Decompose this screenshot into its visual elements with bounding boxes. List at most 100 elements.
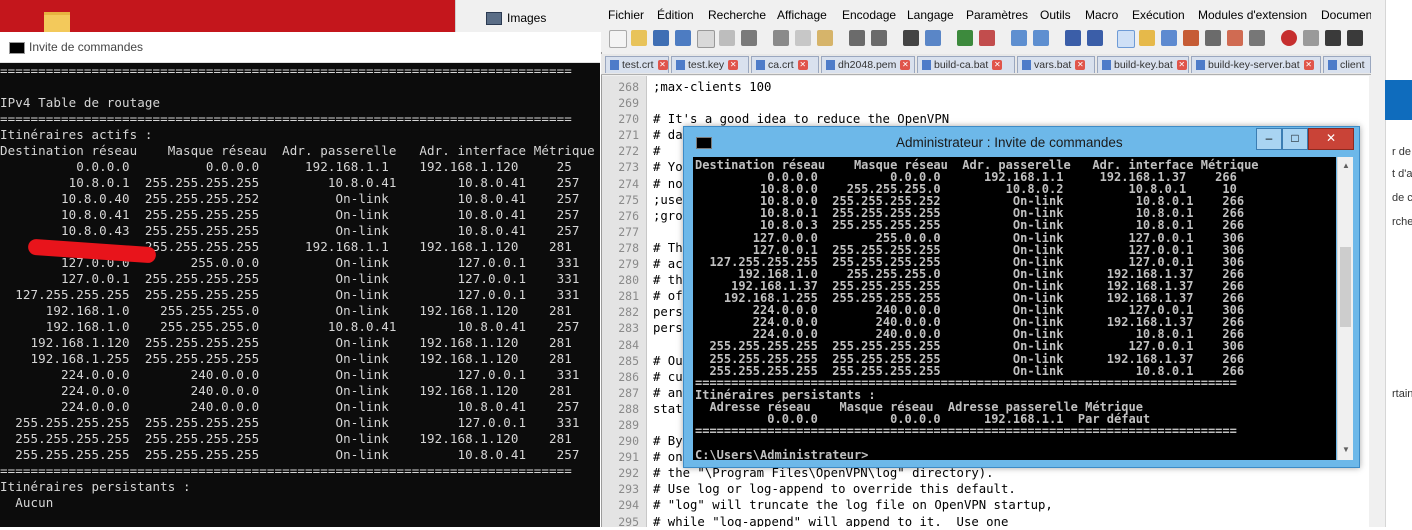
- word-wrap-icon[interactable]: [1065, 30, 1081, 46]
- close-file-icon[interactable]: [697, 30, 715, 48]
- menu-outils[interactable]: Outils: [1040, 8, 1071, 22]
- replace-icon[interactable]: [925, 30, 941, 46]
- tab-build-ca-bat[interactable]: build-ca.bat ✕: [917, 56, 1015, 73]
- menu-parametres[interactable]: Paramètres: [966, 8, 1028, 22]
- find-icon[interactable]: [903, 30, 919, 46]
- file-icon: [676, 60, 685, 71]
- close-tab-icon[interactable]: ✕: [900, 60, 911, 71]
- close-tab-icon[interactable]: ✕: [1176, 60, 1187, 71]
- menu-execution[interactable]: Exécution: [1132, 8, 1185, 22]
- scroll-down-icon[interactable]: ▼: [1342, 445, 1350, 454]
- partial-text: r de: [1392, 146, 1411, 158]
- window-title: Administrateur : Invite de commandes: [896, 135, 1123, 150]
- tab-build-key-server-bat[interactable]: build-key-server.bat ✕: [1191, 56, 1321, 73]
- menu-langage[interactable]: Langage: [907, 8, 954, 22]
- toolbar: [601, 28, 1371, 52]
- doc-map-icon[interactable]: [1161, 30, 1177, 46]
- scroll-up-icon[interactable]: ▲: [1342, 161, 1350, 170]
- file-icon: [826, 60, 835, 71]
- close-tab-icon[interactable]: ✕: [992, 60, 1003, 71]
- line-number-gutter: 268 269 270 271 272 273 274 275 276 277 …: [602, 76, 647, 529]
- sync-vertical-icon[interactable]: [1011, 30, 1027, 46]
- file-icon: [1328, 60, 1337, 71]
- close-tab-icon[interactable]: ✕: [657, 60, 668, 71]
- file-icon: [610, 60, 619, 71]
- close-all-icon[interactable]: [719, 30, 735, 46]
- minimize-button[interactable]: –: [1256, 128, 1282, 150]
- paste-icon[interactable]: [817, 30, 833, 46]
- tab-label: test.crt: [622, 59, 654, 71]
- udl-icon[interactable]: [1139, 30, 1155, 46]
- play-macro-icon[interactable]: [1325, 30, 1341, 46]
- menu-affichage[interactable]: Affichage: [777, 8, 827, 22]
- console-scrollbar[interactable]: ▲ ▼: [1337, 157, 1353, 460]
- run-macro-multiple-icon[interactable]: [1347, 30, 1363, 46]
- tab-client[interactable]: client: [1323, 56, 1371, 73]
- images-taskbar-tab[interactable]: Images: [455, 0, 604, 32]
- close-button[interactable]: ✕: [1308, 128, 1354, 150]
- images-tab-label: Images: [507, 11, 547, 25]
- admin-console-output[interactable]: Destination réseau Masque réseau Adr. pa…: [693, 157, 1336, 460]
- tab-vars-bat[interactable]: vars.bat ✕: [1017, 56, 1095, 73]
- record-macro-icon[interactable]: [1281, 30, 1297, 46]
- new-file-icon[interactable]: [609, 30, 627, 48]
- eye-icon[interactable]: [1249, 30, 1265, 46]
- zoom-out-icon[interactable]: [979, 30, 995, 46]
- close-tab-icon[interactable]: ✕: [1075, 60, 1086, 71]
- file-tab-bar: test.crt ✕ test.key ✕ ca.crt ✕ dh2048.pem ✕ …: [601, 54, 1371, 75]
- menu-edition[interactable]: Édition: [657, 8, 694, 22]
- open-file-icon[interactable]: [631, 30, 647, 46]
- menu-recherche[interactable]: Recherche: [708, 8, 766, 22]
- stop-macro-icon[interactable]: [1303, 30, 1319, 46]
- editor-scrollbar[interactable]: [1371, 0, 1386, 527]
- function-list-icon[interactable]: [1183, 30, 1199, 46]
- save-all-icon[interactable]: [675, 30, 691, 46]
- show-all-chars-icon[interactable]: [1087, 30, 1103, 46]
- admin-cmd-window: Administrateur : Invite de commandes – □…: [683, 126, 1360, 468]
- tab-label: dh2048.pem: [838, 59, 897, 71]
- menu-macro[interactable]: Macro: [1085, 8, 1118, 22]
- copy-icon[interactable]: [795, 30, 811, 46]
- monitoring-icon[interactable]: [1227, 30, 1243, 46]
- partial-text: rtaine: [1392, 388, 1412, 400]
- menu-encodage[interactable]: Encodage: [842, 8, 896, 22]
- tab-label: ca.crt: [768, 59, 794, 71]
- cut-icon[interactable]: [773, 30, 789, 46]
- redo-icon[interactable]: [871, 30, 887, 46]
- menu-modules[interactable]: Modules d'extension: [1198, 8, 1307, 22]
- menu-fichier[interactable]: Fichier: [608, 8, 644, 22]
- close-tab-icon[interactable]: ✕: [728, 60, 739, 71]
- image-icon: [486, 12, 502, 25]
- undo-icon[interactable]: [849, 30, 865, 46]
- cmd-window-titlebar[interactable]: Invite de commandes: [0, 32, 600, 63]
- file-icon: [1196, 60, 1205, 71]
- blue-panel: [1385, 80, 1412, 120]
- file-icon: [1102, 60, 1111, 71]
- file-icon: [756, 60, 765, 71]
- save-icon[interactable]: [653, 30, 669, 46]
- tab-test-key[interactable]: test.key ✕: [671, 56, 749, 73]
- zoom-in-icon[interactable]: [957, 30, 973, 46]
- indent-guide-icon[interactable]: [1117, 30, 1135, 48]
- print-icon[interactable]: [741, 30, 757, 46]
- console-text: ========================================…: [0, 63, 595, 510]
- close-tab-icon[interactable]: ✕: [797, 60, 808, 71]
- cmd-console-output[interactable]: ========================================…: [0, 63, 600, 527]
- folder-workspace-icon[interactable]: [1205, 30, 1221, 46]
- console-text: Destination réseau Masque réseau Adr. pa…: [695, 158, 1259, 460]
- partial-text: t d'a: [1392, 168, 1412, 180]
- tab-ca-crt[interactable]: ca.crt ✕: [751, 56, 819, 73]
- tab-label: vars.bat: [1034, 59, 1072, 71]
- admin-cmd-titlebar[interactable]: Administrateur : Invite de commandes – □…: [684, 127, 1359, 157]
- tab-dh2048-pem[interactable]: dh2048.pem ✕: [821, 56, 915, 73]
- close-tab-icon[interactable]: ✕: [1303, 60, 1314, 71]
- tab-label: build-ca.bat: [934, 59, 989, 71]
- tab-build-key-bat[interactable]: build-key.bat ✕: [1097, 56, 1189, 73]
- sync-horizontal-icon[interactable]: [1033, 30, 1049, 46]
- maximize-button[interactable]: □: [1282, 128, 1308, 150]
- console-icon: [696, 137, 712, 149]
- file-icon: [1022, 60, 1031, 71]
- partial-text: de co: [1392, 192, 1412, 204]
- scroll-thumb[interactable]: [1340, 247, 1351, 327]
- tab-test-crt[interactable]: test.crt ✕: [605, 56, 669, 73]
